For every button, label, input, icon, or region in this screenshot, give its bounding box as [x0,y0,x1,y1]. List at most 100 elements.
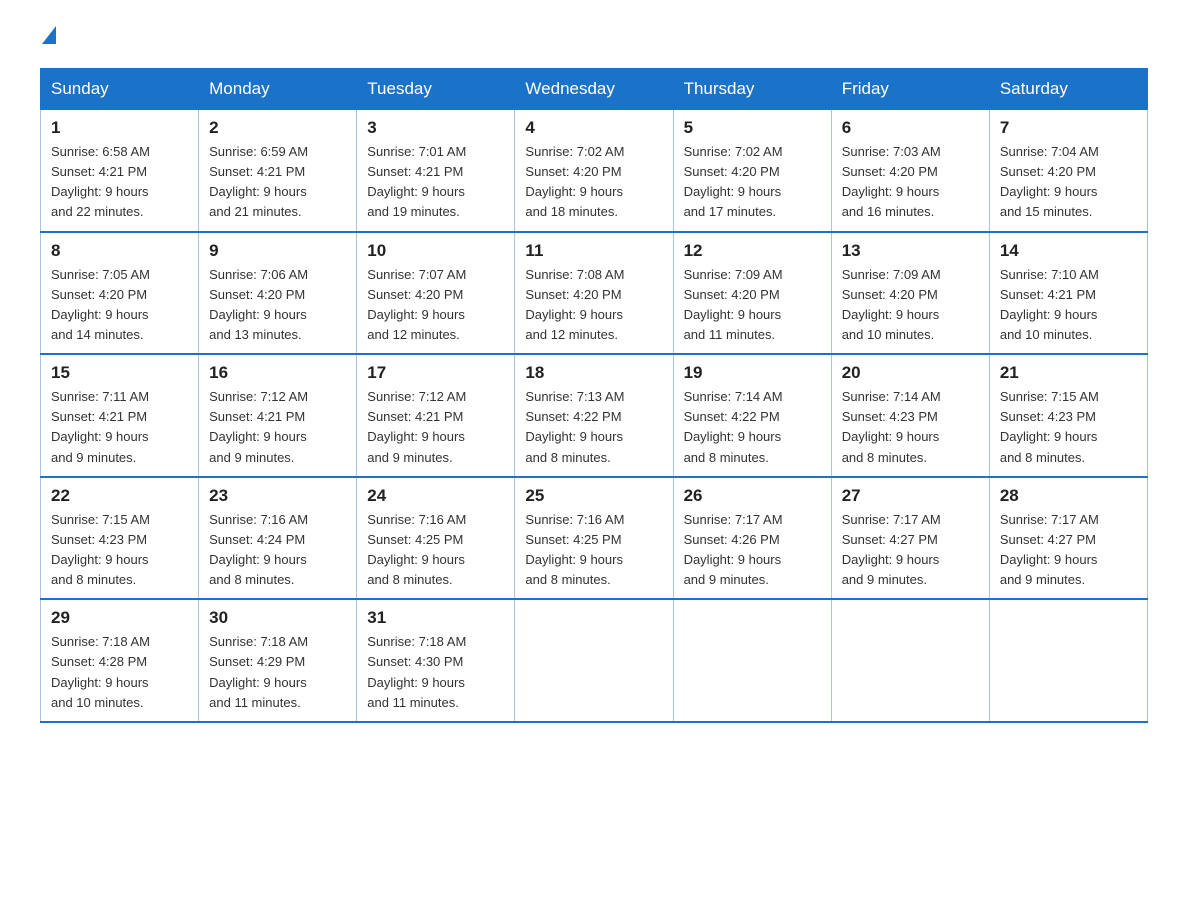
calendar-cell: 11 Sunrise: 7:08 AM Sunset: 4:20 PM Dayl… [515,232,673,355]
day-number: 27 [842,486,979,506]
calendar-cell [673,599,831,722]
day-info: Sunrise: 7:09 AM Sunset: 4:20 PM Dayligh… [684,265,821,346]
calendar-cell: 8 Sunrise: 7:05 AM Sunset: 4:20 PM Dayli… [41,232,199,355]
day-info: Sunrise: 7:01 AM Sunset: 4:21 PM Dayligh… [367,142,504,223]
header-friday: Friday [831,69,989,110]
day-number: 14 [1000,241,1137,261]
day-number: 28 [1000,486,1137,506]
calendar-cell: 3 Sunrise: 7:01 AM Sunset: 4:21 PM Dayli… [357,110,515,232]
day-number: 29 [51,608,188,628]
day-number: 8 [51,241,188,261]
day-info: Sunrise: 7:13 AM Sunset: 4:22 PM Dayligh… [525,387,662,468]
day-info: Sunrise: 7:06 AM Sunset: 4:20 PM Dayligh… [209,265,346,346]
logo-triangle-icon [42,26,56,44]
day-number: 10 [367,241,504,261]
day-number: 7 [1000,118,1137,138]
day-info: Sunrise: 7:03 AM Sunset: 4:20 PM Dayligh… [842,142,979,223]
day-number: 23 [209,486,346,506]
calendar-cell: 6 Sunrise: 7:03 AM Sunset: 4:20 PM Dayli… [831,110,989,232]
week-row-1: 1 Sunrise: 6:58 AM Sunset: 4:21 PM Dayli… [41,110,1148,232]
header-thursday: Thursday [673,69,831,110]
day-number: 24 [367,486,504,506]
calendar-cell: 12 Sunrise: 7:09 AM Sunset: 4:20 PM Dayl… [673,232,831,355]
day-info: Sunrise: 7:16 AM Sunset: 4:25 PM Dayligh… [367,510,504,591]
header-saturday: Saturday [989,69,1147,110]
day-info: Sunrise: 7:12 AM Sunset: 4:21 PM Dayligh… [367,387,504,468]
week-row-5: 29 Sunrise: 7:18 AM Sunset: 4:28 PM Dayl… [41,599,1148,722]
calendar-cell: 14 Sunrise: 7:10 AM Sunset: 4:21 PM Dayl… [989,232,1147,355]
calendar-cell: 24 Sunrise: 7:16 AM Sunset: 4:25 PM Dayl… [357,477,515,600]
day-number: 16 [209,363,346,383]
day-info: Sunrise: 7:18 AM Sunset: 4:30 PM Dayligh… [367,632,504,713]
day-number: 17 [367,363,504,383]
day-number: 4 [525,118,662,138]
calendar-cell [831,599,989,722]
calendar-cell: 28 Sunrise: 7:17 AM Sunset: 4:27 PM Dayl… [989,477,1147,600]
day-number: 13 [842,241,979,261]
calendar-cell: 1 Sunrise: 6:58 AM Sunset: 4:21 PM Dayli… [41,110,199,232]
header-monday: Monday [199,69,357,110]
day-info: Sunrise: 7:12 AM Sunset: 4:21 PM Dayligh… [209,387,346,468]
day-number: 11 [525,241,662,261]
calendar-cell: 29 Sunrise: 7:18 AM Sunset: 4:28 PM Dayl… [41,599,199,722]
day-number: 22 [51,486,188,506]
day-info: Sunrise: 7:10 AM Sunset: 4:21 PM Dayligh… [1000,265,1137,346]
calendar-cell: 23 Sunrise: 7:16 AM Sunset: 4:24 PM Dayl… [199,477,357,600]
day-info: Sunrise: 7:17 AM Sunset: 4:26 PM Dayligh… [684,510,821,591]
day-info: Sunrise: 7:08 AM Sunset: 4:20 PM Dayligh… [525,265,662,346]
day-number: 12 [684,241,821,261]
day-info: Sunrise: 7:05 AM Sunset: 4:20 PM Dayligh… [51,265,188,346]
header-tuesday: Tuesday [357,69,515,110]
day-number: 20 [842,363,979,383]
calendar-cell: 10 Sunrise: 7:07 AM Sunset: 4:20 PM Dayl… [357,232,515,355]
day-info: Sunrise: 6:58 AM Sunset: 4:21 PM Dayligh… [51,142,188,223]
calendar-cell: 16 Sunrise: 7:12 AM Sunset: 4:21 PM Dayl… [199,354,357,477]
day-number: 18 [525,363,662,383]
week-row-4: 22 Sunrise: 7:15 AM Sunset: 4:23 PM Dayl… [41,477,1148,600]
day-info: Sunrise: 7:11 AM Sunset: 4:21 PM Dayligh… [51,387,188,468]
header-row: SundayMondayTuesdayWednesdayThursdayFrid… [41,69,1148,110]
day-number: 9 [209,241,346,261]
day-info: Sunrise: 7:16 AM Sunset: 4:24 PM Dayligh… [209,510,346,591]
calendar-cell: 20 Sunrise: 7:14 AM Sunset: 4:23 PM Dayl… [831,354,989,477]
day-info: Sunrise: 7:16 AM Sunset: 4:25 PM Dayligh… [525,510,662,591]
day-info: Sunrise: 6:59 AM Sunset: 4:21 PM Dayligh… [209,142,346,223]
day-number: 26 [684,486,821,506]
day-info: Sunrise: 7:17 AM Sunset: 4:27 PM Dayligh… [1000,510,1137,591]
calendar-cell: 25 Sunrise: 7:16 AM Sunset: 4:25 PM Dayl… [515,477,673,600]
calendar-cell [515,599,673,722]
day-number: 25 [525,486,662,506]
calendar-cell: 9 Sunrise: 7:06 AM Sunset: 4:20 PM Dayli… [199,232,357,355]
calendar-cell: 15 Sunrise: 7:11 AM Sunset: 4:21 PM Dayl… [41,354,199,477]
day-number: 15 [51,363,188,383]
day-number: 3 [367,118,504,138]
calendar-cell: 30 Sunrise: 7:18 AM Sunset: 4:29 PM Dayl… [199,599,357,722]
calendar-cell: 26 Sunrise: 7:17 AM Sunset: 4:26 PM Dayl… [673,477,831,600]
page-header [40,30,1148,48]
day-info: Sunrise: 7:02 AM Sunset: 4:20 PM Dayligh… [684,142,821,223]
day-info: Sunrise: 7:15 AM Sunset: 4:23 PM Dayligh… [1000,387,1137,468]
day-number: 21 [1000,363,1137,383]
day-info: Sunrise: 7:04 AM Sunset: 4:20 PM Dayligh… [1000,142,1137,223]
day-info: Sunrise: 7:09 AM Sunset: 4:20 PM Dayligh… [842,265,979,346]
calendar-cell: 21 Sunrise: 7:15 AM Sunset: 4:23 PM Dayl… [989,354,1147,477]
calendar-cell: 13 Sunrise: 7:09 AM Sunset: 4:20 PM Dayl… [831,232,989,355]
day-number: 1 [51,118,188,138]
calendar-cell: 31 Sunrise: 7:18 AM Sunset: 4:30 PM Dayl… [357,599,515,722]
calendar-cell: 22 Sunrise: 7:15 AM Sunset: 4:23 PM Dayl… [41,477,199,600]
day-number: 31 [367,608,504,628]
calendar-cell: 5 Sunrise: 7:02 AM Sunset: 4:20 PM Dayli… [673,110,831,232]
header-wednesday: Wednesday [515,69,673,110]
day-info: Sunrise: 7:07 AM Sunset: 4:20 PM Dayligh… [367,265,504,346]
day-info: Sunrise: 7:14 AM Sunset: 4:23 PM Dayligh… [842,387,979,468]
calendar-cell [989,599,1147,722]
calendar-table: SundayMondayTuesdayWednesdayThursdayFrid… [40,68,1148,723]
calendar-cell: 4 Sunrise: 7:02 AM Sunset: 4:20 PM Dayli… [515,110,673,232]
header-sunday: Sunday [41,69,199,110]
day-info: Sunrise: 7:14 AM Sunset: 4:22 PM Dayligh… [684,387,821,468]
day-info: Sunrise: 7:18 AM Sunset: 4:28 PM Dayligh… [51,632,188,713]
day-info: Sunrise: 7:15 AM Sunset: 4:23 PM Dayligh… [51,510,188,591]
calendar-cell: 18 Sunrise: 7:13 AM Sunset: 4:22 PM Dayl… [515,354,673,477]
day-info: Sunrise: 7:17 AM Sunset: 4:27 PM Dayligh… [842,510,979,591]
day-number: 2 [209,118,346,138]
